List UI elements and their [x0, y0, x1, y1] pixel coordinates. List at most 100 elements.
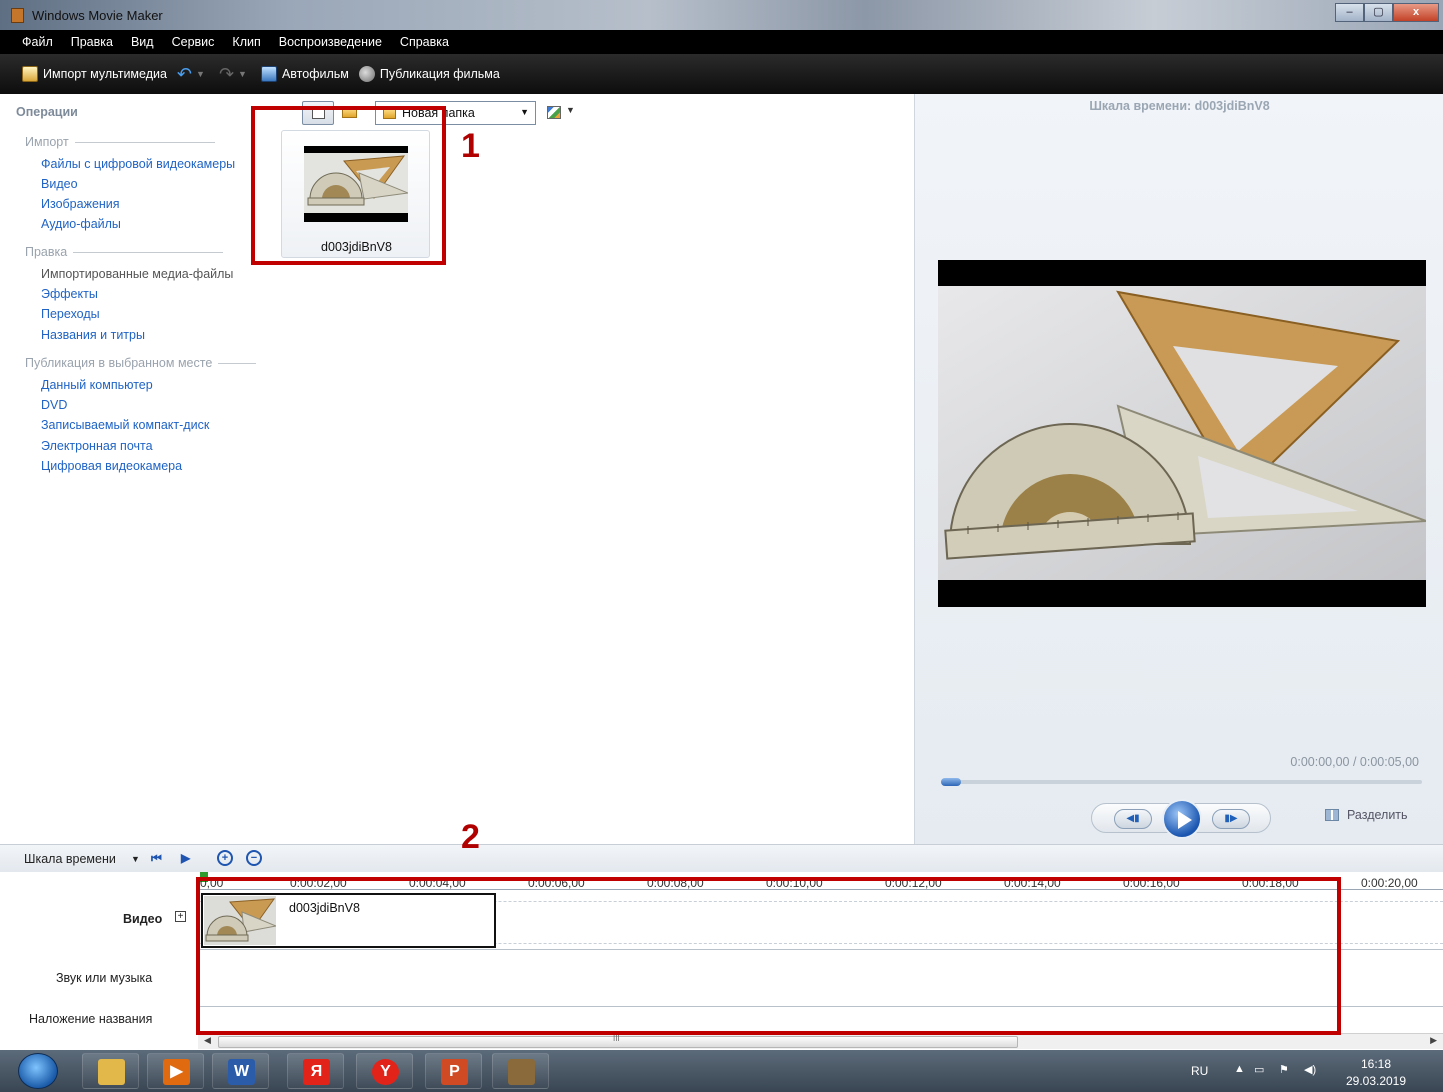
publish-icon [358, 66, 375, 82]
taskbar-app-explorer[interactable] [82, 1053, 139, 1089]
next-frame-button[interactable]: ▮▶ [1212, 809, 1250, 829]
yandex-browser-icon: Y [372, 1059, 399, 1085]
network-icon[interactable]: ▭ [1254, 1063, 1264, 1076]
section-divider [73, 251, 224, 253]
window-controls: – ▢ x [1335, 3, 1439, 22]
preview-title: Шкала времени: d003jdiBnV8 [1089, 99, 1270, 113]
audio-track-label: Звук или музыка [56, 971, 153, 985]
expand-video-track-icon[interactable]: + [175, 911, 186, 922]
playback-controls: ◀▮ ▮▶ [1091, 799, 1271, 839]
scroll-right-icon[interactable]: ▶ [1430, 1035, 1437, 1046]
import-icon [22, 66, 38, 82]
undo-icon[interactable]: ↶ [177, 64, 192, 85]
menu-edit[interactable]: Правка [71, 35, 113, 49]
action-center-flag-icon[interactable]: ⚑ [1279, 1063, 1289, 1076]
link-images[interactable]: Изображения [41, 197, 120, 211]
video-preview [938, 260, 1426, 607]
scroll-left-icon[interactable]: ◀ [204, 1035, 211, 1046]
automovie-button[interactable]: Автофильм [260, 66, 349, 82]
timeline-view-label[interactable]: Шкала времени [24, 852, 116, 866]
link-effects[interactable]: Эффекты [41, 287, 98, 301]
link-dvd[interactable]: DVD [41, 398, 67, 412]
taskbar-app-media-player[interactable]: ▶ [147, 1053, 204, 1089]
timeline-horizontal-scrollbar[interactable]: ◀ III ▶ [198, 1033, 1443, 1049]
link-video[interactable]: Видео [41, 177, 78, 191]
annotation-number-1: 1 [461, 127, 480, 165]
automovie-icon [260, 66, 277, 82]
menu-help[interactable]: Справка [400, 35, 449, 49]
annotation-box-2 [196, 877, 1341, 1035]
link-recordable-cd[interactable]: Записываемый компакт-диск [41, 418, 209, 432]
link-this-computer[interactable]: Данный компьютер [41, 378, 153, 392]
system-tray: RU ▲ ▭ ⚑ ◀) 16:18 29.03.2019 [1191, 1050, 1417, 1092]
show-hidden-icons-icon[interactable]: ▲ [1234, 1063, 1245, 1075]
clock-time[interactable]: 16:18 [1341, 1057, 1411, 1071]
split-icon [1325, 809, 1339, 821]
split-button[interactable]: Разделить [1325, 808, 1408, 822]
tasks-header: Операции [16, 105, 78, 119]
taskbar-app-yandex[interactable]: Я [287, 1053, 344, 1089]
timeline-toolbar: Шкала времени ▼ ⏮ ▶ + − [0, 845, 1443, 872]
menu-playback[interactable]: Воспроизведение [279, 35, 382, 49]
taskbar-app-word[interactable]: W [212, 1053, 269, 1089]
menu-file[interactable]: Файл [22, 35, 53, 49]
seek-slider-thumb[interactable] [941, 778, 961, 786]
zoom-out-icon[interactable]: − [246, 850, 262, 866]
publish-movie-button[interactable]: Публикация фильма [358, 66, 500, 82]
rewind-timeline-icon[interactable]: ⏮ [151, 851, 162, 866]
previous-frame-button[interactable]: ◀▮ [1114, 809, 1152, 829]
language-indicator[interactable]: RU [1191, 1064, 1208, 1078]
menu-clip[interactable]: Клип [232, 35, 260, 49]
tasks-pane: Операции Импорт Файлы с цифровой видеока… [0, 94, 272, 844]
chevron-down-icon: ▼ [520, 107, 529, 117]
view-options-button[interactable]: ▼ [546, 104, 576, 122]
volume-icon[interactable]: ◀) [1304, 1063, 1316, 1076]
zoom-in-icon[interactable]: + [217, 850, 233, 866]
taskbar-app-powerpoint[interactable]: P [425, 1053, 482, 1089]
link-audio[interactable]: Аудио-файлы [41, 217, 121, 231]
chevron-down-icon[interactable]: ▼ [131, 854, 140, 864]
redo-icon[interactable]: ↷ [219, 64, 234, 85]
import-section-label: Импорт [25, 135, 69, 149]
automovie-label: Автофильм [281, 67, 349, 81]
link-digital-camera[interactable]: Цифровая видеокамера [41, 459, 182, 473]
start-button-windows-icon[interactable] [18, 1053, 58, 1089]
link-transitions[interactable]: Переходы [41, 307, 100, 321]
thumbnails-view-icon [547, 106, 561, 119]
play-icon [1178, 811, 1192, 829]
title-bar: Windows Movie Maker – ▢ x [0, 0, 1443, 30]
menu-view[interactable]: Вид [131, 35, 154, 49]
seek-bar[interactable] [941, 780, 1422, 784]
import-media-label: Импорт мультимедиа [43, 67, 167, 81]
annotation-number-2: 2 [461, 818, 480, 856]
taskbar-app-yandex-browser[interactable]: Y [356, 1053, 413, 1089]
movie-maker-app-icon [11, 8, 24, 23]
menu-tools[interactable]: Сервис [172, 35, 215, 49]
movie-maker-icon [508, 1059, 535, 1085]
title-overlay-track-label: Наложение названия [29, 1012, 153, 1026]
redo-dropdown-icon[interactable]: ▼ [238, 69, 247, 79]
import-media-button[interactable]: Импорт мультимедиа [22, 66, 167, 82]
link-titles-credits[interactable]: Названия и титры [41, 328, 145, 342]
chevron-down-icon: ▼ [566, 105, 575, 115]
close-button[interactable]: x [1393, 3, 1439, 22]
link-imported-media[interactable]: Импортированные медиа-файлы [41, 267, 233, 281]
link-camera-files[interactable]: Файлы с цифровой видеокамеры [41, 157, 235, 171]
preview-monitor-pane: Шкала времени: d003jdiBnV8 0:00:00,00 / … [914, 94, 1443, 844]
powerpoint-icon: P [441, 1059, 468, 1085]
media-player-icon: ▶ [163, 1059, 190, 1085]
minimize-button[interactable]: – [1335, 3, 1364, 22]
file-explorer-icon [98, 1059, 125, 1085]
link-email[interactable]: Электронная почта [41, 439, 153, 453]
taskbar-app-movie-maker[interactable] [492, 1053, 549, 1089]
undo-dropdown-icon[interactable]: ▼ [196, 69, 205, 79]
play-timeline-icon[interactable]: ▶ [181, 851, 190, 865]
preview-frame [938, 286, 1426, 580]
maximize-button[interactable]: ▢ [1364, 3, 1393, 22]
import-section-heading: Импорт [25, 135, 215, 149]
publish-section-label: Публикация в выбранном месте [25, 356, 213, 370]
edit-section-label: Правка [25, 245, 68, 259]
clock-date[interactable]: 29.03.2019 [1341, 1074, 1411, 1088]
annotation-box-1 [251, 106, 446, 265]
play-button[interactable] [1162, 799, 1202, 839]
